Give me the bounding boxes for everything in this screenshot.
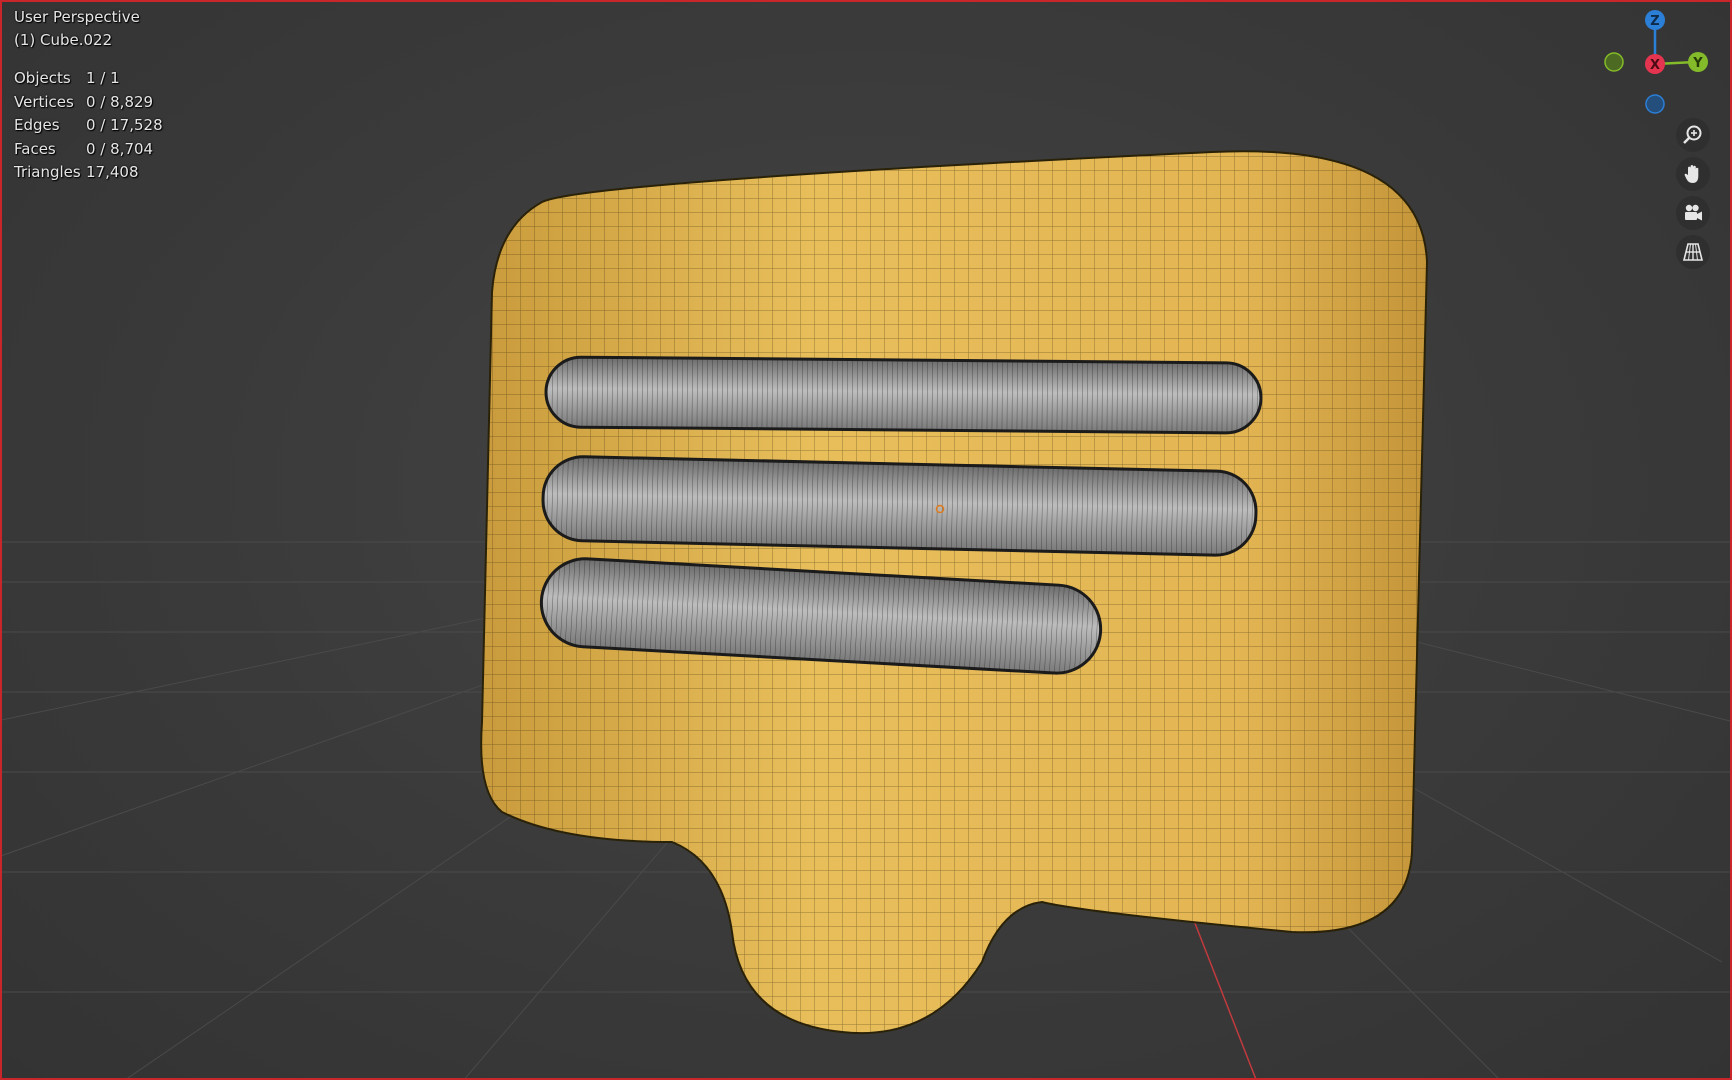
stat-label: Vertices xyxy=(14,92,74,111)
perspective-toggle-button[interactable] xyxy=(1676,235,1710,269)
hand-icon xyxy=(1684,165,1699,183)
camera-view-button[interactable] xyxy=(1676,196,1710,230)
stat-label: Edges xyxy=(14,116,60,134)
stat-row-triangles: Triangles 17,408 xyxy=(14,161,163,185)
stat-row-vertices: Vertices 0 / 8,829 xyxy=(14,91,163,115)
stat-value: 0 / 8,704 xyxy=(86,139,154,158)
view-name: User Perspective xyxy=(14,8,140,26)
navigation-gizmo[interactable]: Z Y X xyxy=(1592,2,1712,122)
y-axis-handle[interactable]: Y xyxy=(1688,52,1708,72)
stat-label: Triangles xyxy=(14,163,81,181)
x-axis-handle[interactable]: X xyxy=(1645,54,1665,74)
stat-value: 1 / 1 xyxy=(86,69,120,87)
viewport-info: User Perspective (1) Cube.022 xyxy=(14,6,140,52)
z-axis-label: Z xyxy=(1650,14,1659,29)
stat-label: Faces xyxy=(14,139,56,158)
magnifier-plus-icon xyxy=(1683,125,1702,144)
stat-row-faces: Faces 0 / 8,704 xyxy=(14,138,163,162)
camera-icon xyxy=(1685,204,1702,221)
stat-value: 0 / 8,829 xyxy=(86,92,154,111)
x-axis-label: X xyxy=(1650,58,1660,73)
stat-value: 17,408 xyxy=(86,163,139,181)
pan-button[interactable] xyxy=(1676,157,1710,191)
negative-y-axis-handle[interactable] xyxy=(1604,52,1624,72)
3d-viewport[interactable]: User Perspective (1) Cube.022 Objects 1 … xyxy=(0,0,1732,1080)
zoom-button[interactable] xyxy=(1676,118,1710,152)
stat-row-edges: Edges 0 / 17,528 xyxy=(14,114,163,138)
z-axis-handle[interactable]: Z xyxy=(1645,10,1665,30)
active-object-name: (1) Cube.022 xyxy=(14,31,113,49)
stat-label: Objects xyxy=(14,69,71,87)
stat-value: 0 / 17,528 xyxy=(86,116,163,134)
grid-perspective-icon xyxy=(1682,243,1704,261)
viewport-scene[interactable] xyxy=(2,2,1732,1080)
scene-statistics: Objects 1 / 1 Vertices 0 / 8,829 Edges 0… xyxy=(14,67,163,185)
y-axis-label: Y xyxy=(1692,56,1703,71)
negative-z-axis-handle[interactable] xyxy=(1645,94,1665,114)
stat-row-objects: Objects 1 / 1 xyxy=(14,67,163,91)
